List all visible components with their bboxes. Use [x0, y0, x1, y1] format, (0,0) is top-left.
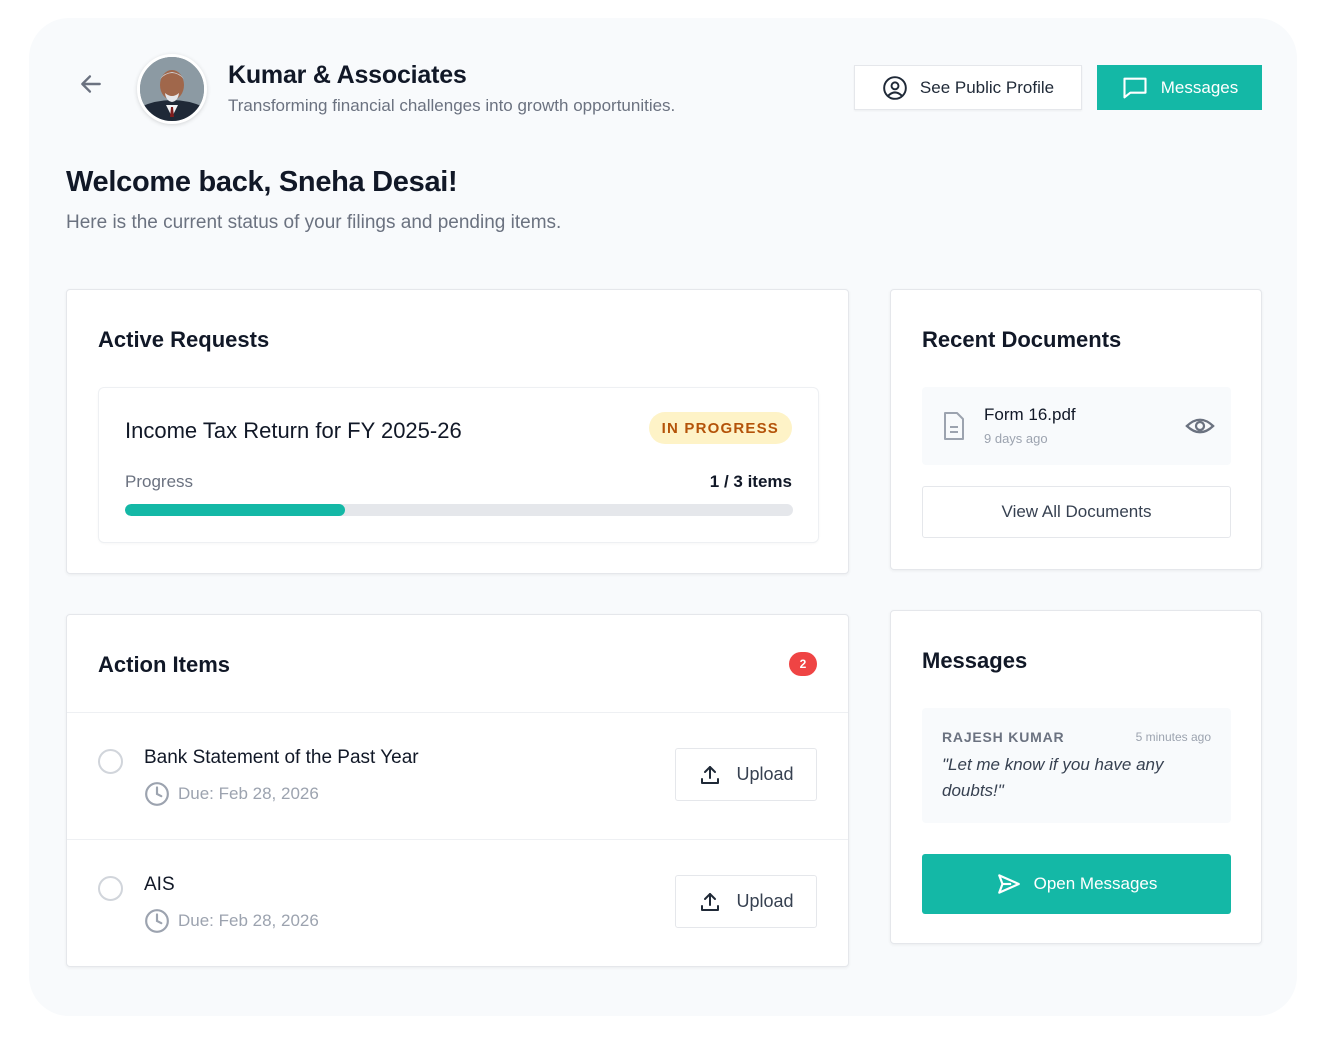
open-messages-button[interactable]: Open Messages	[922, 854, 1231, 914]
upload-icon	[701, 892, 720, 911]
message-sender: RAJESH KUMAR	[942, 729, 1065, 745]
avatar-portrait-icon	[140, 57, 204, 121]
action-item-due-text: Due: Feb 28, 2026	[178, 784, 319, 803]
message-text: "Let me know if you have any doubts!"	[942, 755, 1164, 800]
progress-bar-fill	[125, 504, 346, 516]
firm-avatar	[137, 54, 207, 124]
action-items-count-badge: 2	[789, 652, 817, 676]
message-preview[interactable]: RAJESH KUMAR 5 minutes ago "Let me know …	[922, 708, 1231, 823]
active-requests-card: Active Requests Income Tax Return for FY…	[66, 289, 849, 574]
recent-documents-card: Recent Documents Form 16.pdf 9 days ago …	[890, 289, 1262, 570]
action-item-due: Due: Feb 28, 2026	[144, 908, 319, 934]
firm-name: Kumar & Associates	[228, 61, 467, 89]
document-icon	[944, 412, 964, 440]
messages-button[interactable]: Messages	[1097, 65, 1262, 110]
progress-label: Progress	[125, 472, 194, 491]
see-public-profile-button[interactable]: See Public Profile	[854, 65, 1082, 110]
action-item-row: AIS Due: Feb 28, 2026 Upload	[67, 840, 848, 967]
firm-tagline: Transforming financial challenges into g…	[228, 96, 676, 115]
request-item[interactable]: Income Tax Return for FY 2025-26 IN PROG…	[98, 387, 819, 543]
clock-icon	[145, 909, 169, 933]
upload-button-label: Upload	[736, 764, 794, 784]
action-item-row: Bank Statement of the Past Year Due: Feb…	[67, 713, 848, 840]
eye-icon[interactable]	[1185, 411, 1215, 441]
clock-icon	[145, 782, 169, 806]
open-messages-label: Open Messages	[1033, 874, 1158, 893]
progress-bar	[125, 504, 793, 516]
arrow-left-icon	[81, 75, 101, 93]
document-item[interactable]: Form 16.pdf 9 days ago	[922, 387, 1231, 465]
upload-button-label: Upload	[736, 891, 794, 911]
action-item-checkbox[interactable]	[98, 876, 123, 901]
active-requests-title: Active Requests	[98, 327, 270, 352]
progress-count: 1 / 3 items	[709, 472, 792, 491]
welcome-subtitle: Here is the current status of your filin…	[66, 212, 562, 233]
upload-icon	[701, 765, 720, 784]
action-items-title: Action Items	[98, 652, 231, 677]
action-item-checkbox[interactable]	[98, 749, 123, 774]
messages-button-label: Messages	[1160, 77, 1239, 97]
action-item-due-text: Due: Feb 28, 2026	[178, 911, 319, 930]
upload-button[interactable]: Upload	[675, 875, 817, 928]
view-all-documents-button[interactable]: View All Documents	[922, 486, 1231, 538]
send-icon	[997, 874, 1020, 894]
upload-button[interactable]: Upload	[675, 748, 817, 801]
request-title: Income Tax Return for FY 2025-26	[125, 418, 462, 443]
message-time: 5 minutes ago	[1135, 730, 1211, 744]
recent-documents-title: Recent Documents	[922, 327, 1122, 352]
chat-bubble-icon	[1123, 77, 1147, 98]
messages-card: Messages RAJESH KUMAR 5 minutes ago "Let…	[890, 610, 1262, 944]
see-public-profile-label: See Public Profile	[919, 77, 1055, 97]
document-name: Form 16.pdf	[984, 405, 1076, 424]
action-item-title: Bank Statement of the Past Year	[144, 747, 419, 768]
status-badge: IN PROGRESS	[648, 412, 792, 444]
document-time: 9 days ago	[984, 431, 1048, 446]
messages-title: Messages	[922, 648, 1028, 673]
action-items-card: Action Items 2 Bank Statement of the Pas…	[66, 614, 849, 967]
action-item-due: Due: Feb 28, 2026	[144, 781, 319, 807]
welcome-title: Welcome back, Sneha Desai!	[66, 166, 458, 198]
user-circle-icon	[883, 75, 907, 100]
back-button[interactable]	[75, 68, 107, 100]
action-item-title: AIS	[144, 874, 175, 895]
